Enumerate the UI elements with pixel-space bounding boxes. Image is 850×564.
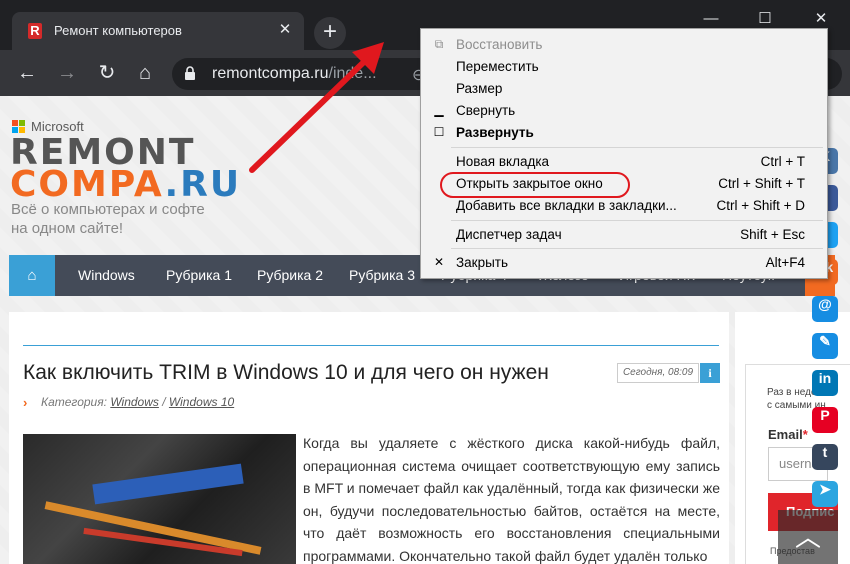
new-tab-button[interactable]: + — [314, 17, 346, 49]
pinterest-icon[interactable]: P — [812, 407, 838, 433]
menu-item-minimize[interactable]: ▁ Свернуть — [421, 100, 827, 122]
nav-item-rubric-1[interactable]: Рубрика 1 — [166, 255, 232, 296]
menu-item-maximize[interactable]: ☐ Развернуть — [421, 122, 827, 144]
menu-item-close[interactable]: ✕ Закрыть Alt+F4 — [421, 252, 827, 274]
menu-item-restore[interactable]: ⧉ Восстановить — [421, 34, 827, 56]
article-card: Как включить TRIM в Windows 10 и для чег… — [9, 312, 729, 564]
category-link-windows[interactable]: Windows — [110, 395, 159, 409]
tumblr-icon[interactable]: t — [812, 444, 838, 470]
nav-home-icon[interactable]: ⌂ — [9, 255, 55, 296]
menu-item-move[interactable]: Переместить — [421, 56, 827, 78]
scroll-to-top-button[interactable]: ︿ — [778, 510, 838, 564]
browser-tab[interactable]: R Ремонт компьютеров ✕ — [12, 12, 304, 50]
reload-icon[interactable]: ↻ — [94, 60, 120, 86]
article-body: Когда вы удаляете с жёсткого диска какой… — [303, 435, 720, 564]
tab-title: Ремонт компьютеров — [54, 23, 182, 38]
telegram-icon[interactable]: ➤ — [812, 481, 838, 507]
window-context-menu: ⧉ Восстановить Переместить Размер ▁ Свер… — [420, 28, 828, 279]
back-arrow-icon[interactable]: ← — [14, 60, 40, 86]
article-categories: Категория: Windows / Windows 10 — [41, 395, 235, 409]
article-date: Сегодня, 08:09 — [617, 363, 699, 383]
nav-item-rubric-2[interactable]: Рубрика 2 — [257, 255, 323, 296]
lock-icon — [185, 66, 195, 80]
nav-item-rubric-3[interactable]: Рубрика 3 — [349, 255, 415, 296]
menu-separator — [451, 248, 823, 249]
menu-item-new-tab[interactable]: Новая вкладка Ctrl + T — [421, 151, 827, 173]
article-title[interactable]: Как включить TRIM в Windows 10 и для чег… — [23, 361, 549, 385]
divider — [23, 345, 719, 346]
site-favicon-icon: R — [28, 23, 42, 39]
home-icon[interactable]: ⌂ — [132, 60, 158, 86]
forward-arrow-icon[interactable]: → — [54, 60, 80, 86]
article-image[interactable] — [23, 434, 296, 564]
livejournal-icon[interactable]: ✎ — [812, 333, 838, 359]
menu-item-bookmark-all-tabs[interactable]: Добавить все вкладки в закладки... Ctrl … — [421, 195, 827, 217]
chevron-right-icon: › — [23, 395, 28, 410]
minimize-icon: ▁ — [434, 103, 444, 117]
menu-separator — [451, 220, 823, 221]
linkedin-icon[interactable]: in — [812, 370, 838, 396]
maximize-icon: ☐ — [433, 125, 445, 139]
email-label: Email* — [768, 427, 808, 442]
menu-item-size[interactable]: Размер — [421, 78, 827, 100]
category-link-windows10[interactable]: Windows 10 — [169, 395, 234, 409]
restore-icon: ⧉ — [434, 37, 444, 51]
info-icon[interactable]: i — [700, 363, 720, 383]
site-tagline: Всё о компьютерах и софте на одном сайте… — [11, 201, 205, 237]
tab-close-icon[interactable]: ✕ — [276, 21, 294, 39]
mailru-icon[interactable]: @ — [812, 296, 838, 322]
close-icon: ✕ — [433, 255, 445, 269]
site-logo-line2[interactable]: COMPA.RU — [10, 164, 241, 205]
nav-item-windows[interactable]: Windows — [78, 255, 135, 296]
menu-separator — [451, 147, 823, 148]
url-text: remontcompa.ru/inde... — [212, 65, 377, 82]
annotation-highlight-ring — [440, 172, 630, 198]
menu-item-task-manager[interactable]: Диспетчер задач Shift + Esc — [421, 224, 827, 246]
